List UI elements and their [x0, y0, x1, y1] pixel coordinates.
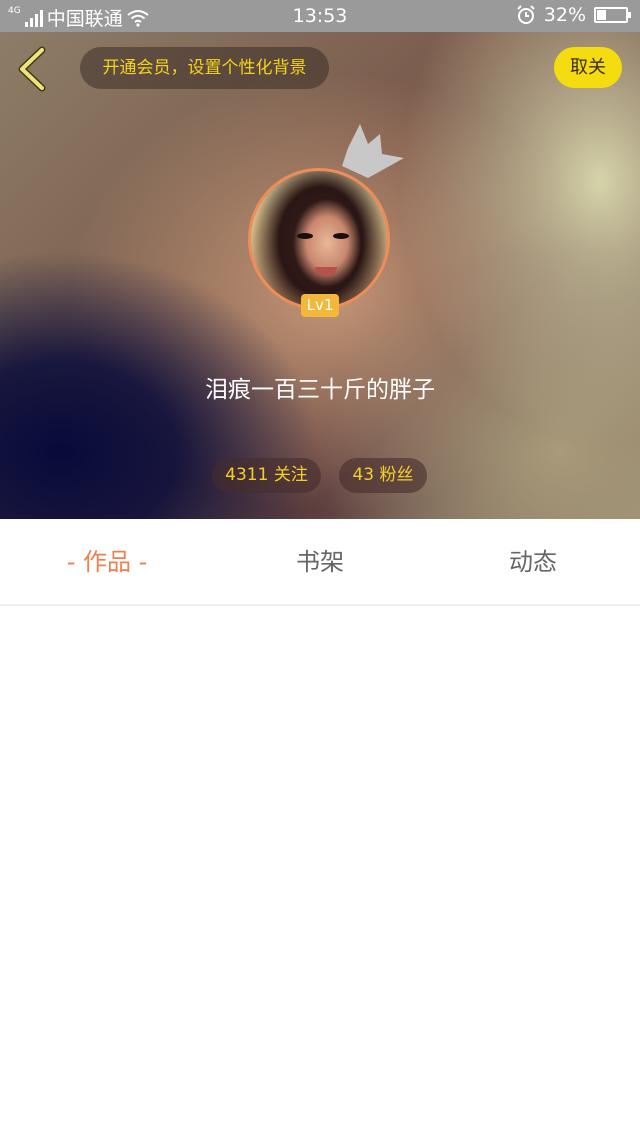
avatar[interactable] [248, 168, 390, 310]
battery-fill [597, 10, 606, 20]
status-bar: 4G 中国联通 13:53 32% [0, 0, 640, 32]
status-right: 32% [516, 4, 631, 26]
battery-icon [594, 7, 631, 23]
avatar-eye-right [333, 233, 349, 239]
avatar-mouth [315, 267, 337, 275]
unfollow-button[interactable]: 取关 [554, 47, 622, 88]
tab-works[interactable]: - 作品 - [40, 519, 174, 606]
avatar-eye-left [297, 233, 313, 239]
profile-tabs: - 作品 - 书架 动态 [0, 519, 640, 606]
tab-content-area [0, 608, 640, 1138]
level-badge: Lv1 [301, 294, 339, 317]
following-count[interactable]: 4311 关注 [212, 458, 321, 493]
battery-percent: 32% [543, 4, 586, 26]
back-button[interactable] [14, 46, 54, 92]
username: 泪痕一百三十斤的胖子 [205, 377, 435, 403]
alarm-icon [517, 5, 535, 24]
vip-background-prompt[interactable]: 开通会员，设置个性化背景 [80, 47, 329, 89]
tab-activity[interactable]: 动态 [473, 519, 593, 606]
tab-bookshelf[interactable]: 书架 [260, 519, 380, 606]
chevron-left-icon [18, 46, 46, 92]
profile-header: 开通会员，设置个性化背景 取关 Lv1 泪痕一百三十斤的胖子 4311 关注 4… [0, 32, 640, 519]
fans-count[interactable]: 43 粉丝 [339, 458, 427, 493]
